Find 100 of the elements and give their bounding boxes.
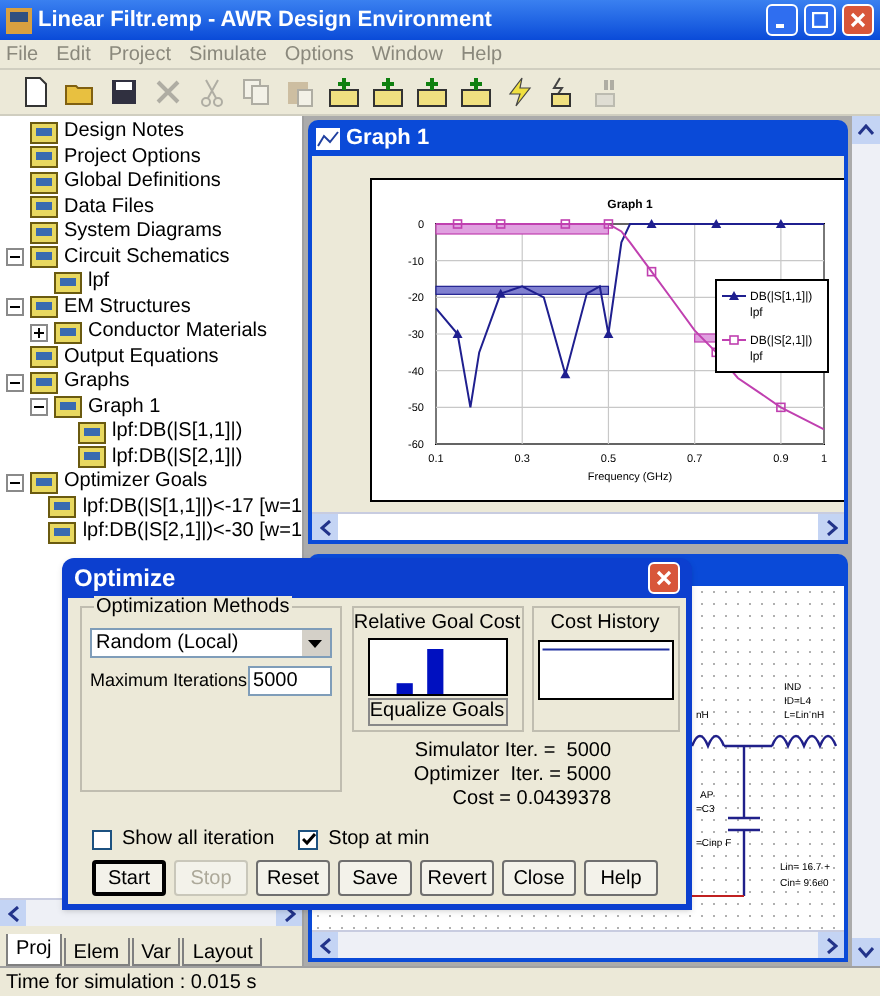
- method-dropdown[interactable]: Random (Local): [90, 628, 332, 658]
- equalize-goals-button[interactable]: Equalize Goals: [367, 698, 508, 726]
- tree-item[interactable]: Global Definitions: [64, 170, 221, 195]
- close-icon: [656, 570, 672, 586]
- panel-tab[interactable]: Layout: [182, 938, 263, 966]
- tree-item[interactable]: EM Structures: [64, 295, 191, 320]
- field-label: Maximum Iterations: [90, 667, 248, 694]
- tree-item[interactable]: Conductor Materials: [88, 320, 267, 345]
- dialog-button[interactable]: Help: [584, 860, 658, 896]
- dialog-button[interactable]: Revert: [420, 860, 494, 896]
- triangle-marker: [646, 219, 657, 228]
- panel-tab[interactable]: Var: [131, 938, 181, 966]
- add-item-icon[interactable]: [460, 76, 492, 108]
- tree-item[interactable]: Graph 1: [88, 395, 161, 420]
- dialog-button[interactable]: Start: [92, 860, 166, 896]
- collapse-icon[interactable]: [5, 298, 23, 317]
- node-icon: [30, 221, 58, 244]
- stat-text: Optimizer Iter. = 5000: [413, 764, 612, 788]
- dialog-button[interactable]: Save: [338, 860, 412, 896]
- tree-item[interactable]: Project Options: [64, 145, 201, 170]
- node-icon: [30, 171, 58, 194]
- group-label: Optimization Methods: [94, 596, 292, 620]
- tree-item[interactable]: Graphs: [64, 370, 130, 395]
- add-item-icon[interactable]: [328, 76, 360, 108]
- square-marker: [495, 219, 506, 229]
- dialog-button[interactable]: Reset: [256, 860, 330, 896]
- square-marker: [452, 219, 463, 229]
- save-icon[interactable]: [108, 76, 140, 108]
- expand-icon[interactable]: [29, 323, 47, 342]
- status-text: Time for simulation : 0.015 s: [6, 969, 257, 996]
- tree-item[interactable]: lpf:DB(|S[1,1]|): [112, 420, 243, 445]
- node-icon: [30, 121, 58, 144]
- node-icon: [48, 521, 77, 544]
- tree-item[interactable]: Optimizer Goals: [64, 470, 208, 495]
- maximize-button[interactable]: [804, 4, 836, 36]
- panel-label: Relative Goal Cost: [353, 612, 521, 636]
- collapse-icon[interactable]: [5, 473, 23, 492]
- close-button[interactable]: [842, 4, 874, 36]
- graph-icon: [316, 127, 340, 149]
- node-icon: [30, 196, 58, 219]
- square-marker: [560, 219, 571, 229]
- tree-item[interactable]: lpf:DB(|S[2,1]|)<-30 [w=1: [82, 520, 302, 545]
- triangle-marker: [603, 329, 614, 338]
- collapse-icon[interactable]: [5, 373, 23, 392]
- checkbox-label: Stop at min: [328, 826, 430, 854]
- tree-item[interactable]: Design Notes: [64, 120, 185, 145]
- node-icon: [30, 146, 58, 169]
- stat-text: Simulator Iter. = 5000: [414, 740, 612, 764]
- collapse-icon[interactable]: [5, 248, 23, 267]
- checkbox[interactable]: [298, 829, 319, 849]
- close-button[interactable]: [648, 562, 680, 594]
- triangle-marker: [495, 288, 506, 298]
- tree-item[interactable]: Output Equations: [64, 345, 219, 370]
- node-icon: [30, 346, 58, 369]
- square-marker: [776, 402, 786, 413]
- lightning-icon[interactable]: [504, 76, 536, 108]
- dialog-button[interactable]: Close: [502, 860, 576, 896]
- square-marker: [646, 266, 657, 277]
- legend-box: [715, 279, 829, 373]
- panel-tab[interactable]: Proj: [6, 934, 62, 966]
- node-icon: [78, 446, 106, 469]
- checkbox[interactable]: [92, 829, 112, 849]
- dropdown-arrow-icon: [308, 639, 323, 647]
- add-item-icon[interactable]: [372, 76, 404, 108]
- window-title: Graph 1: [346, 123, 430, 154]
- tree-item[interactable]: lpf: [88, 270, 110, 295]
- new-file-icon[interactable]: [20, 76, 52, 108]
- triangle-marker: [452, 329, 463, 338]
- horizontal-scrollbar[interactable]: [312, 930, 844, 958]
- tree-item[interactable]: Data Files: [64, 195, 155, 220]
- node-icon: [48, 496, 77, 519]
- panel-tab[interactable]: Elem: [63, 938, 130, 966]
- tree-item[interactable]: lpf:DB(|S[2,1]|): [112, 445, 243, 470]
- triangle-marker: [775, 219, 786, 228]
- maximize-icon: [812, 12, 828, 28]
- add-item-icon[interactable]: [416, 76, 448, 108]
- node-icon: [78, 421, 106, 444]
- horizontal-scrollbar[interactable]: [312, 512, 844, 540]
- tree-item[interactable]: Circuit Schematics: [64, 245, 230, 270]
- triangle-marker: [711, 219, 722, 228]
- vertical-scrollbar[interactable]: [852, 116, 880, 966]
- triangle-legend-icon: [721, 291, 747, 300]
- node-icon: [30, 371, 58, 394]
- node-icon: [54, 321, 82, 344]
- window-title: Linear Filtr.emp - AWR Design Environment: [38, 5, 494, 36]
- iterations-field[interactable]: 5000: [247, 666, 332, 696]
- node-icon: [30, 246, 58, 269]
- tree-item[interactable]: lpf:DB(|S[1,1]|)<-17 [w=1: [82, 495, 302, 520]
- node-icon: [54, 396, 82, 419]
- square-marker: [603, 219, 614, 229]
- panel-label: Cost History: [550, 612, 660, 636]
- tree-item[interactable]: System Diagrams: [64, 220, 222, 245]
- minimize-button[interactable]: [766, 4, 798, 36]
- node-icon: [30, 471, 58, 494]
- triangle-marker: [560, 369, 571, 379]
- collapse-icon[interactable]: [29, 398, 47, 417]
- stat-text: Cost = 0.0439378: [452, 788, 612, 812]
- node-icon: [54, 271, 82, 294]
- square-legend-icon: [721, 335, 747, 345]
- dialog-title: Optimize: [74, 562, 178, 596]
